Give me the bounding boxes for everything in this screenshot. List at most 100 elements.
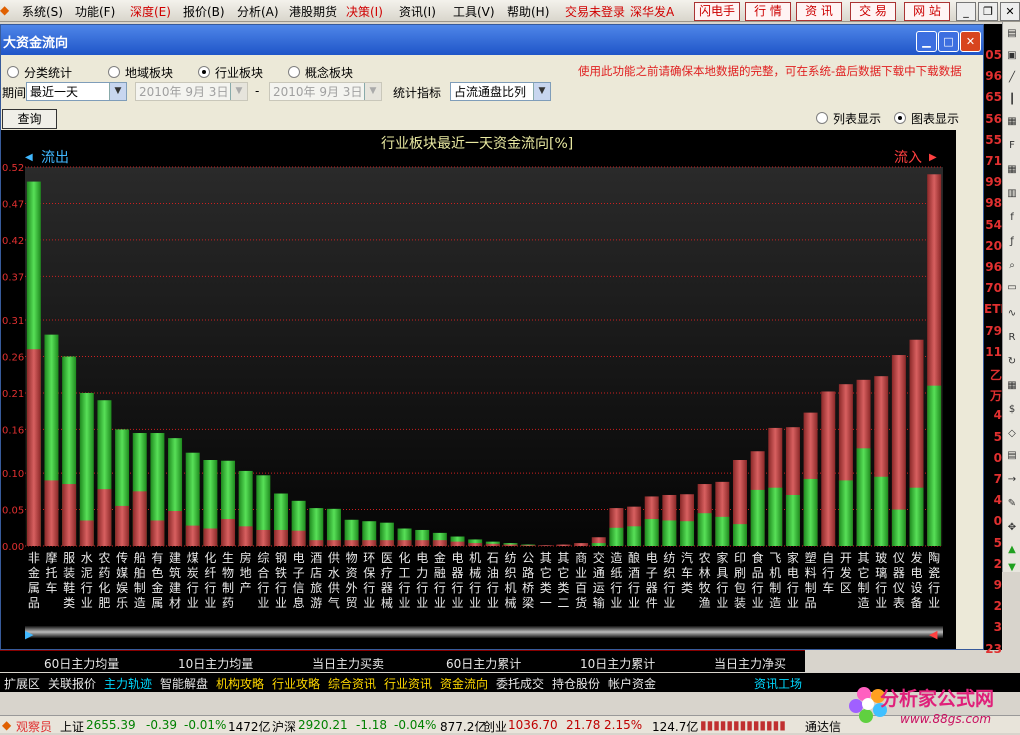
bar-inflow-segment	[768, 487, 783, 546]
calc-icon[interactable]: ▦	[1004, 378, 1020, 394]
tab-institution[interactable]: 机构攻略	[216, 675, 264, 692]
bar-inflow-segment	[627, 526, 642, 546]
tab-info-workshop[interactable]: 资讯工场	[754, 675, 802, 692]
menu-quote[interactable]: 报价(B)	[183, 3, 225, 20]
tab-account-funds[interactable]: 帐户资金	[608, 675, 656, 692]
radio-chart-view[interactable]: 图表显示	[894, 110, 959, 127]
chart-icon[interactable]: ▥	[1004, 186, 1020, 202]
tab-today-net[interactable]: 当日主力净买	[714, 655, 786, 672]
quotes-button[interactable]: 行 情	[745, 2, 791, 21]
x-tick-label: 汽车类	[681, 550, 693, 595]
formula-icon[interactable]: f	[1004, 210, 1020, 226]
bar-inflow-segment	[644, 519, 659, 546]
menu-depth[interactable]: 深度(E)	[130, 3, 171, 20]
tab-main-track[interactable]: 主力轨迹	[104, 675, 152, 692]
tab-order-fill[interactable]: 委托成交	[496, 675, 544, 692]
app-restore-button[interactable]: ❐	[978, 2, 998, 21]
inflow-label: 流入	[894, 150, 922, 166]
menu-hk-futures[interactable]: 港股期货	[289, 3, 337, 20]
menu-info[interactable]: 资讯(I)	[399, 3, 436, 20]
menu-analysis[interactable]: 分析(A)	[237, 3, 279, 20]
exit-icon[interactable]: →	[1004, 472, 1020, 488]
flash-button[interactable]: 闪电手	[694, 2, 740, 21]
x-tick-label: 酿酒行业	[628, 550, 640, 610]
radio-region-sector[interactable]: 地域板块	[108, 64, 173, 81]
pencil-icon[interactable]: ✎	[1004, 496, 1020, 512]
wave-icon[interactable]: ∿	[1004, 306, 1020, 322]
y-tick-label: 0.47	[2, 199, 24, 210]
date-to-value: 2010年 9月 3日	[273, 85, 363, 99]
bar-outflow-segment	[168, 511, 183, 546]
tab-smart-review[interactable]: 智能解盘	[160, 675, 208, 692]
x-tick-label: 发电设备	[911, 550, 923, 610]
radio-list-view[interactable]: 列表显示	[816, 110, 881, 127]
info-button[interactable]: 资 讯	[796, 2, 842, 21]
bar-outflow-segment	[221, 519, 236, 546]
x-tick-label: 房地产	[240, 550, 252, 595]
bar-outflow-segment	[397, 540, 412, 546]
kline-icon[interactable]: ┃	[1004, 92, 1020, 108]
tab-10d-avg[interactable]: 10日主力均量	[178, 655, 253, 672]
menu-system[interactable]: 系统(S)	[22, 3, 63, 20]
tab-related-quote[interactable]: 关联报价	[48, 675, 96, 692]
list-icon[interactable]: ▤	[1004, 26, 1020, 42]
tab-60d-cum[interactable]: 60日主力累计	[446, 655, 521, 672]
arrow-down-icon[interactable]: ▼	[1004, 560, 1020, 576]
tab-today-trade[interactable]: 当日主力买卖	[312, 655, 384, 672]
x-tick-label: 钢铁行业	[275, 551, 287, 610]
close-button[interactable]: ✕	[960, 31, 981, 52]
radio-category-stats[interactable]: 分类统计	[7, 64, 72, 81]
tab-10d-cum[interactable]: 10日主力累计	[580, 655, 655, 672]
bar-outflow-segment	[432, 540, 447, 546]
table-icon[interactable]: ▦	[1004, 114, 1020, 130]
minimize-button[interactable]: ▁	[916, 31, 937, 52]
tab-fund-flow[interactable]: 资金流向	[440, 675, 488, 692]
tab-60d-avg[interactable]: 60日主力均量	[44, 655, 119, 672]
refresh-icon[interactable]: ↻	[1004, 354, 1020, 370]
f10-icon[interactable]: F	[1004, 138, 1020, 154]
eraser-icon[interactable]: ◇	[1004, 426, 1020, 442]
trade-button[interactable]: 交 易	[850, 2, 896, 21]
menu-tools[interactable]: 工具(V)	[453, 3, 495, 20]
period-label: 期间	[2, 86, 27, 100]
grid-icon[interactable]: ▦	[1004, 162, 1020, 178]
radio-industry-sector[interactable]: 行业板块	[198, 64, 263, 81]
tab-industry-strategy[interactable]: 行业攻略	[272, 675, 320, 692]
y-tick-label: 0.10	[2, 469, 24, 480]
radio-concept-sector[interactable]: 概念板块	[288, 64, 353, 81]
menu-help[interactable]: 帮助(H)	[507, 3, 549, 20]
line-chart-icon[interactable]: ╱	[1004, 70, 1020, 86]
website-button[interactable]: 网 站	[904, 2, 950, 21]
indicator-select[interactable]: 占流通盘比列 ▼	[450, 82, 551, 101]
bar-inflow	[556, 544, 571, 546]
tab-industry-news[interactable]: 行业资讯	[384, 675, 432, 692]
tab-general-news[interactable]: 综合资讯	[328, 675, 376, 692]
query-button[interactable]: 查询	[2, 109, 57, 129]
move-icon[interactable]: ✥	[1004, 520, 1020, 536]
app-close-button[interactable]: ✕	[1000, 2, 1020, 21]
arrow-up-icon[interactable]: ▲	[1004, 542, 1020, 558]
money-icon[interactable]: $	[1004, 402, 1020, 418]
tab-holdings[interactable]: 持仓股份	[552, 675, 600, 692]
doc-icon[interactable]: ▤	[1004, 448, 1020, 464]
x-tick-label: 医疗器械	[381, 551, 393, 610]
right-number: ETF	[984, 302, 1009, 317]
maximize-button[interactable]: □	[938, 31, 959, 52]
fx-icon[interactable]: ƒ	[1004, 234, 1020, 250]
right-number: 23	[985, 641, 1002, 656]
search-icon[interactable]: ⌕	[1004, 258, 1020, 274]
x-tick-label: 物资外贸	[346, 551, 358, 610]
period-select[interactable]: 最近一天 ▼	[26, 82, 127, 101]
right-number: 4	[993, 408, 1002, 423]
radio-circle-icon	[816, 112, 828, 124]
tab-extension[interactable]: 扩展区	[4, 675, 40, 692]
rsi-icon[interactable]: R	[1004, 330, 1020, 346]
menu-decision[interactable]: 决策(I)	[346, 3, 383, 20]
menu-function[interactable]: 功能(F)	[75, 3, 115, 20]
x-tick-label: 家具行业	[716, 550, 728, 610]
bar-outflow-segment	[344, 540, 359, 546]
app-minimize-button[interactable]: _	[956, 2, 976, 21]
window-icon[interactable]: ▣	[1004, 48, 1020, 64]
horizontal-scrollbar	[25, 626, 943, 638]
ruler-icon[interactable]: ▭	[1004, 280, 1020, 296]
